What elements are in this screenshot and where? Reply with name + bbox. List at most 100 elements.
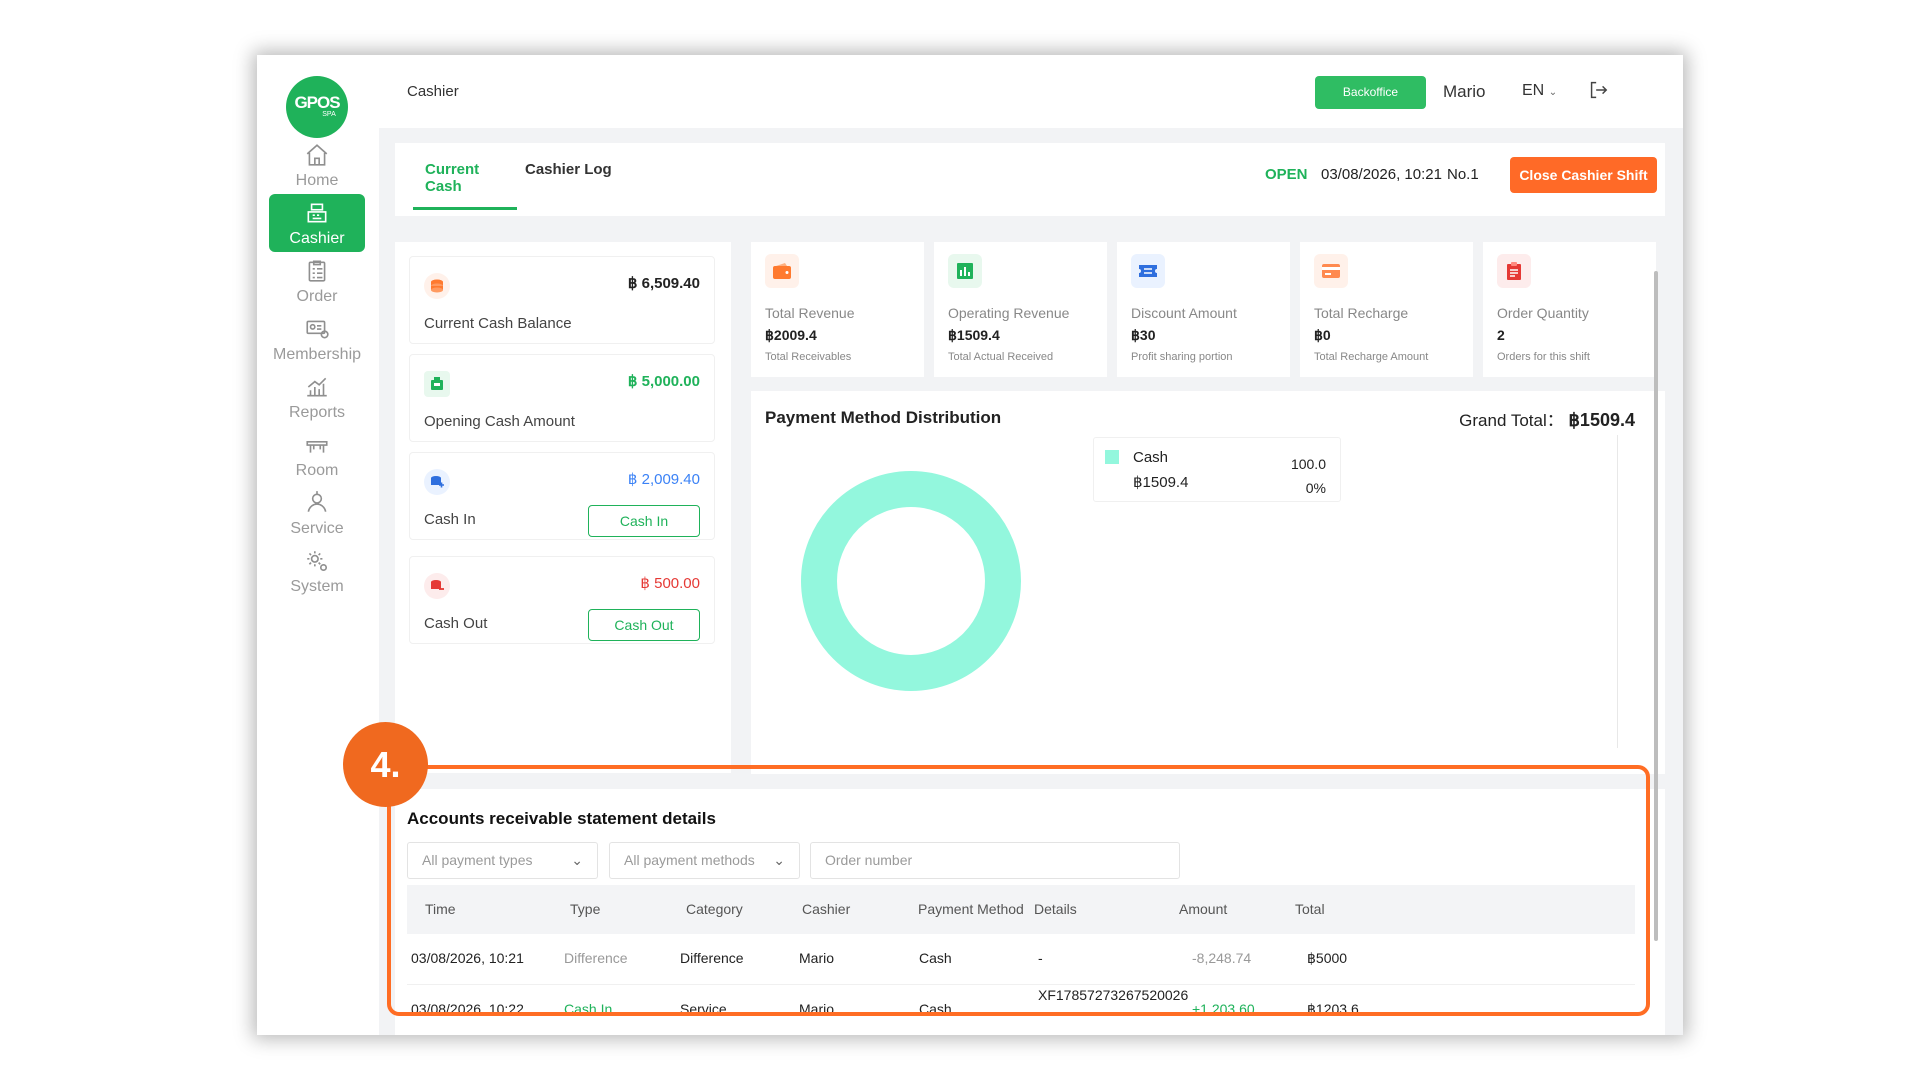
chevron-down-icon: ⌄ (1548, 87, 1558, 98)
stat-subtitle: Total Recharge Amount (1314, 351, 1429, 363)
sidebar-item-service[interactable]: Service (269, 484, 365, 542)
scrollbar[interactable] (1654, 271, 1658, 941)
cash-in-card: ฿ 2,009.40 Cash In Cash In (409, 452, 715, 540)
stat-subtitle: Orders for this shift (1497, 351, 1590, 363)
grand-total-value: ฿1509.4 (1568, 410, 1635, 430)
home-icon (306, 144, 328, 166)
language-selector[interactable]: EN ⌄ (1522, 82, 1557, 100)
shift-number: No.1 (1447, 166, 1479, 183)
sidebar-item-reports[interactable]: Reports (269, 368, 365, 426)
stat-title: Total Recharge (1314, 305, 1409, 321)
cash-out-label: Cash Out (424, 615, 488, 632)
stat-value: ฿30 (1131, 327, 1156, 343)
stat-card-order-quantity: Order Quantity 2 Orders for this shift (1483, 242, 1656, 377)
legend-swatch (1105, 450, 1119, 464)
cash-register-icon (307, 203, 327, 223)
sidebar-item-label: Cashier (289, 230, 345, 247)
page-title: Cashier (407, 83, 459, 100)
sidebar-item-label: System (290, 578, 344, 595)
card-icon (1314, 254, 1348, 288)
top-bar: Cashier Backoffice Mario EN ⌄ (379, 55, 1683, 128)
cash-summary-panel: ฿ 6,509.40 Current Cash Balance ฿ 5,000.… (395, 242, 731, 773)
opening-cash-label: Opening Cash Amount (424, 413, 575, 430)
legend-percent-line2: 0% (1305, 480, 1326, 496)
sidebar-item-room[interactable]: Room (269, 426, 365, 484)
cash-out-value: ฿ 500.00 (640, 575, 700, 592)
sidebar-item-membership[interactable]: Membership (269, 310, 365, 368)
logout-icon[interactable] (1587, 79, 1609, 106)
stat-title: Discount Amount (1131, 305, 1237, 321)
cash-out-icon (424, 573, 450, 599)
service-icon (307, 491, 327, 512)
user-name[interactable]: Mario (1443, 82, 1486, 102)
payment-distribution-card: Payment Method Distribution Grand Total：… (751, 391, 1665, 774)
stat-title: Order Quantity (1497, 305, 1589, 321)
sidebar-item-label: Home (295, 172, 339, 189)
current-cash-balance-label: Current Cash Balance (424, 315, 572, 332)
chart-legend: Cash ฿1509.4 100.0 0% (1093, 437, 1341, 502)
cash-in-button[interactable]: Cash In (588, 505, 700, 537)
language-label: EN (1522, 82, 1545, 99)
app-logo: GPOS SPA (286, 76, 348, 138)
cash-register-icon (424, 371, 450, 397)
backoffice-button[interactable]: Backoffice (1315, 76, 1426, 109)
opening-cash-value: ฿ 5,000.00 (627, 373, 700, 390)
cash-in-value: ฿ 2,009.40 (627, 471, 700, 488)
legend-value: ฿1509.4 (1133, 474, 1189, 491)
stat-card-total-revenue: Total Revenue ฿2009.4 Total Receivables (751, 242, 924, 377)
current-cash-balance-card: ฿ 6,509.40 Current Cash Balance (409, 256, 715, 344)
donut-slice-cash[interactable] (801, 471, 1021, 691)
divider (1617, 435, 1618, 748)
sidebar-item-cashier[interactable]: Cashier (269, 194, 365, 252)
current-cash-balance-value: ฿ 6,509.40 (627, 275, 700, 292)
legend-percent: 100.0 0% (1282, 452, 1326, 500)
grand-total-label: Grand Total： (1459, 411, 1564, 430)
legend-name: Cash (1133, 449, 1169, 466)
tabs-header: Current Cash Cashier Log OPEN 03/08/2026… (395, 143, 1665, 216)
stat-subtitle: Profit sharing portion (1131, 351, 1233, 363)
ticket-icon (1131, 254, 1165, 288)
gear-icon (307, 551, 328, 572)
sidebar-item-label: Room (295, 462, 339, 479)
grand-total: Grand Total： ฿1509.4 (1459, 406, 1635, 431)
stat-title: Total Revenue (765, 305, 855, 321)
stat-value: ฿2009.4 (765, 327, 817, 343)
stat-subtitle: Total Actual Received (948, 351, 1054, 363)
member-card-icon (306, 320, 329, 339)
tab-cashier-log[interactable]: Cashier Log (525, 161, 612, 190)
close-cashier-shift-button[interactable]: Close Cashier Shift (1510, 157, 1657, 193)
step-badge: 4. (343, 722, 428, 807)
wallet-icon (765, 254, 799, 288)
clipboard-icon (1497, 254, 1531, 288)
clipboard-list-icon (308, 260, 326, 282)
sidebar-item-order[interactable]: Order (269, 252, 365, 310)
payment-distribution-title: Payment Method Distribution (765, 408, 1002, 427)
sidebar-item-label: Membership (272, 346, 362, 363)
stat-card-total-recharge: Total Recharge ฿0 Total Recharge Amount (1300, 242, 1473, 377)
sidebar-item-label: Service (290, 520, 344, 537)
stat-value: ฿1509.4 (948, 327, 1000, 343)
cash-out-button[interactable]: Cash Out (588, 609, 700, 641)
shift-status-badge: OPEN (1265, 166, 1308, 183)
cash-in-label: Cash In (424, 511, 476, 528)
massage-bed-icon (306, 440, 328, 453)
shift-datetime: 03/08/2026, 10:21 (1321, 166, 1442, 183)
legend-percent-line1: 100.0 (1290, 456, 1326, 472)
stat-card-operating-revenue: Operating Revenue ฿1509.4 Total Actual R… (934, 242, 1107, 377)
bar-chart-icon (948, 254, 982, 288)
sidebar-item-label: Order (296, 288, 338, 305)
donut-chart (801, 471, 1021, 691)
stat-title: Operating Revenue (948, 305, 1070, 321)
sidebar-item-home[interactable]: Home (269, 136, 365, 194)
coins-icon (424, 273, 450, 299)
stat-subtitle: Total Receivables (765, 351, 852, 363)
tab-current-cash[interactable]: Current Cash (413, 161, 517, 210)
opening-cash-card: ฿ 5,000.00 Opening Cash Amount (409, 354, 715, 442)
sidebar-item-system[interactable]: System (269, 542, 365, 600)
sidebar: GPOS SPA Home Cashier Order Membership R… (257, 55, 379, 1035)
stat-card-discount-amount: Discount Amount ฿30 Profit sharing porti… (1117, 242, 1290, 377)
highlight-box (387, 765, 1650, 1016)
stat-value: ฿0 (1314, 327, 1331, 343)
reports-chart-icon (307, 377, 327, 397)
cash-out-card: ฿ 500.00 Cash Out Cash Out (409, 556, 715, 644)
